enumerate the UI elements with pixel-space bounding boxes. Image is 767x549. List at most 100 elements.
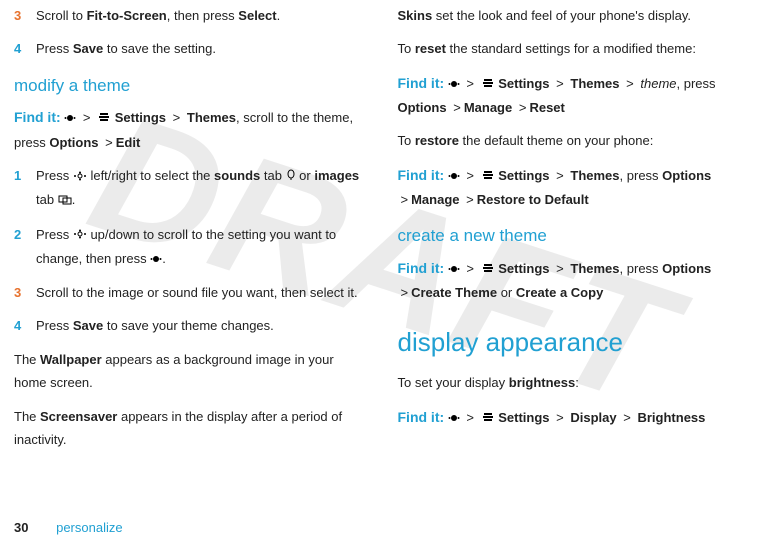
ui-label: Options [662,168,711,183]
step-body: Press Save to save the setting. [36,37,370,60]
paragraph-skins: Skins set the look and feel of your phon… [398,4,754,27]
ui-label: Options [398,100,447,115]
text: Press [36,41,73,56]
center-key-icon [448,407,460,430]
ui-label: Themes [570,261,619,276]
find-it-create: Find it: > Settings > Themes, press Opti… [398,256,754,305]
bold-text: restore [415,133,459,148]
text: Press [36,168,73,183]
text: , then press [167,8,239,23]
substep-2: 2 Press up/down to scroll to the setting… [14,223,370,272]
ui-label: Reset [529,100,564,115]
text: . [162,251,166,266]
ui-label: Settings [498,76,549,91]
settings-icon [97,107,111,130]
gt: > [450,100,464,115]
text: , press [620,168,663,183]
gt: > [463,410,477,425]
paragraph-wallpaper: The Wallpaper appears as a background im… [14,348,370,395]
find-it-label: Find it: [398,167,445,183]
step-number: 4 [14,314,36,337]
bold-text: brightness [509,375,575,390]
section-name: personalize [56,520,123,535]
step-number: 3 [14,4,36,27]
substep-3: 3 Scroll to the image or sound file you … [14,281,370,304]
ui-label: Select [238,8,276,23]
step-body: Scroll to the image or sound file you wa… [36,281,370,304]
settings-icon [481,73,495,96]
ui-label: Wallpaper [40,352,102,367]
page-content: 3 Scroll to Fit-to-Screen, then press Se… [0,0,767,461]
find-it-modify: Find it: > Settings > Themes, scroll to … [14,105,370,154]
ui-label: Settings [498,261,549,276]
text: To [398,41,415,56]
heading-create-theme: create a new theme [398,221,754,252]
gt: > [398,285,412,300]
text: Scroll to [36,8,87,23]
ui-label: Save [73,41,103,56]
ui-label: Restore to Default [477,192,589,207]
gt: > [553,261,567,276]
find-it-label: Find it: [398,75,445,91]
gt: > [620,410,634,425]
text: , press [677,76,716,91]
text: To set your display [398,375,509,390]
text: : [575,375,579,390]
text: tab [36,192,58,207]
gt: > [463,76,477,91]
text: or [296,168,315,183]
gt: > [463,168,477,183]
ui-label: Settings [498,410,549,425]
heading-modify-theme: modify a theme [14,71,370,102]
right-column: Skins set the look and feel of your phon… [398,4,754,461]
text: Press [36,318,73,333]
page-footer: 30 personalize [14,516,123,539]
sounds-tab-icon [286,165,296,188]
heading-display-appearance: display appearance [398,319,754,366]
ui-label: Display [570,410,616,425]
paragraph-reset: To reset the standard settings for a mod… [398,37,754,60]
settings-icon [481,165,495,188]
ui-label: Edit [116,135,141,150]
substep-4: 4 Press Save to save your theme changes. [14,314,370,337]
settings-icon [481,407,495,430]
step-body: Press left/right to select the sounds ta… [36,164,370,213]
text: tab [260,168,285,183]
gt: > [553,410,567,425]
gt: > [398,192,412,207]
bold-text: images [314,168,359,183]
step-4: 4 Press Save to save the setting. [14,37,370,60]
text: , press [620,261,663,276]
ui-label: Manage [464,100,512,115]
images-tab-icon [58,189,72,212]
ui-label: Create Theme [411,285,497,300]
text: to save the setting. [103,41,216,56]
ui-label: Themes [570,168,619,183]
text: or [497,285,516,300]
ui-label: Themes [570,76,619,91]
left-column: 3 Scroll to Fit-to-Screen, then press Se… [14,4,370,461]
find-it-brightness: Find it: > Settings > Display > Brightne… [398,405,754,430]
nav-key-icon [73,223,87,246]
text: set the look and feel of your phone's di… [432,8,691,23]
text: Press [36,227,73,242]
paragraph-restore: To restore the default theme on your pho… [398,129,754,152]
placeholder: theme [640,76,676,91]
gt: > [80,110,94,125]
text: to save your theme changes. [103,318,274,333]
bold-text: reset [415,41,446,56]
ui-label: Screensaver [40,409,117,424]
find-it-reset: Find it: > Settings > Themes > theme, pr… [398,71,754,120]
step-number: 1 [14,164,36,213]
nav-key-icon [73,165,87,188]
gt: > [553,168,567,183]
text: the default theme on your phone: [459,133,653,148]
page-number: 30 [14,520,28,535]
ui-label: Brightness [637,410,705,425]
ui-label: Fit-to-Screen [87,8,167,23]
ui-label: Create a Copy [516,285,603,300]
text: . [277,8,281,23]
gt: > [463,261,477,276]
ui-label: Themes [187,110,236,125]
ui-label: Settings [115,110,166,125]
